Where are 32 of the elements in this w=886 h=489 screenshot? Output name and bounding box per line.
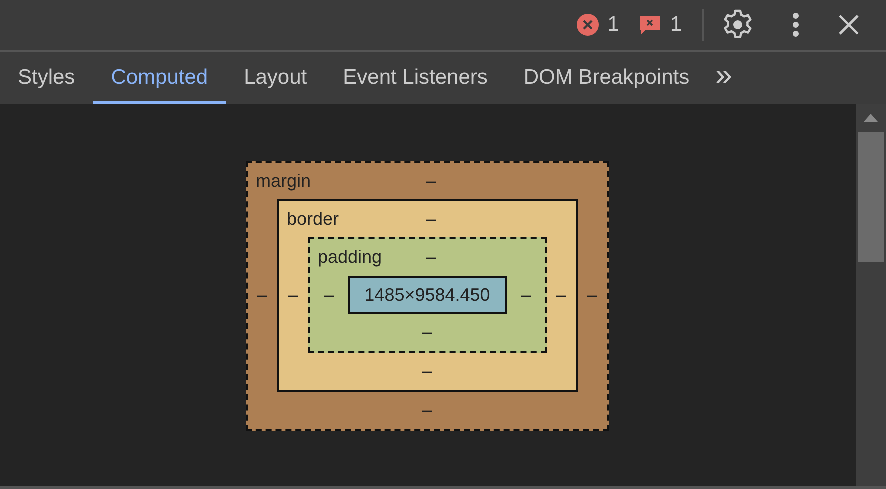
scrollbar-thumb[interactable] (858, 132, 884, 262)
scrollbar[interactable] (856, 104, 886, 486)
settings-icon[interactable] (722, 9, 754, 41)
box-value: – (422, 322, 432, 343)
box-value: – (426, 170, 436, 192)
tab[interactable]: DOM Breakpoints (506, 52, 708, 104)
box-value: – (586, 285, 598, 306)
box-value: – (426, 208, 436, 230)
error-icon[interactable] (576, 14, 599, 36)
issue-count: 1 (670, 13, 682, 37)
box-value: – (422, 400, 432, 421)
issue-icon[interactable] (639, 14, 662, 36)
box-label: margin (256, 170, 312, 192)
more-menu-icon[interactable] (792, 12, 800, 38)
box-label: padding (318, 247, 382, 268)
more-tabs-button[interactable]: » (708, 52, 740, 104)
error-count: 1 (608, 13, 620, 37)
content-size: 1485×9584.450 (348, 276, 507, 314)
tab[interactable]: Event Listeners (325, 52, 506, 104)
box-label: border (287, 208, 340, 230)
box-value: – (520, 284, 532, 306)
scroll-up-icon[interactable] (864, 114, 878, 122)
box-value: – (256, 285, 268, 306)
box-value: – (287, 284, 300, 306)
close-icon[interactable] (838, 14, 860, 36)
tab[interactable]: Styles (0, 52, 94, 104)
box-value: – (422, 361, 432, 382)
box-value: – (322, 284, 335, 306)
box-value: – (555, 284, 568, 306)
tab[interactable]: Layout (226, 52, 326, 104)
box-value: – (426, 247, 436, 268)
tab[interactable]: Computed (93, 52, 226, 104)
